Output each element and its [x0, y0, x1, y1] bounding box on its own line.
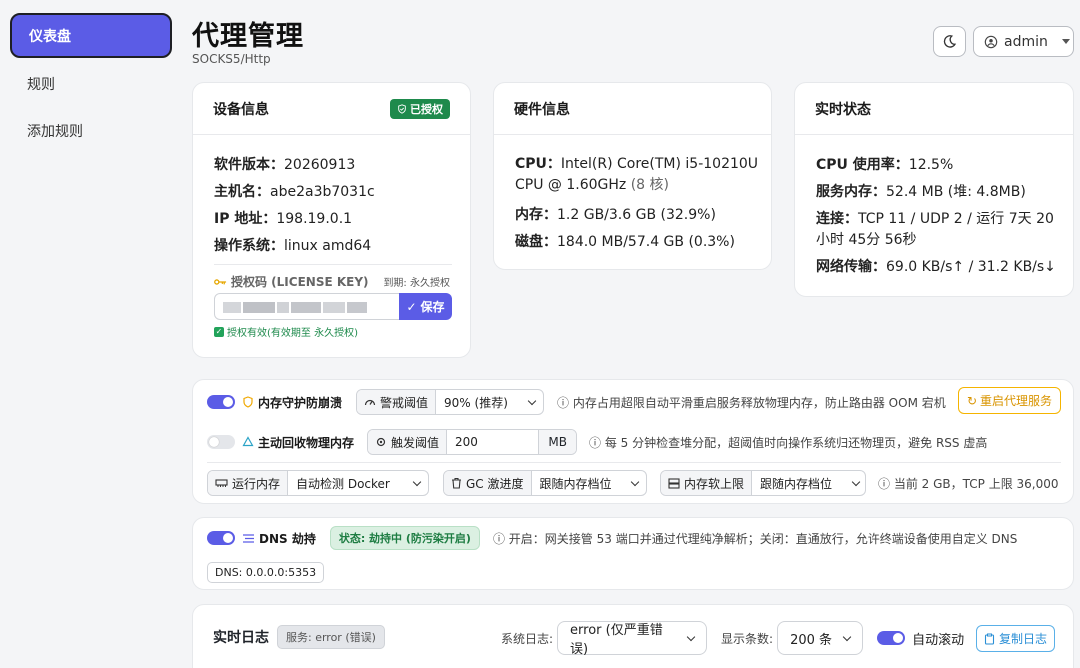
syslog-level-select[interactable]: error (仅严重错误): [557, 621, 708, 657]
count-label: 显示条数:: [721, 631, 774, 646]
realtime-status-card: 实时状态 CPU 使用率：12.5% 服务内存：52.4 MB (堆: 4.8M…: [794, 82, 1074, 297]
memory-settings-card: 内存守护防崩溃 警戒阈值 90% (推荐) ⓘ 内存占用超限自动平滑重启服务释放…: [192, 379, 1074, 504]
memory-reclaim-toggle[interactable]: [207, 435, 235, 449]
clipboard-icon: [984, 633, 995, 645]
hardware-card-title: 硬件信息: [514, 101, 570, 118]
restart-proxy-button[interactable]: ↻ 重启代理服务: [958, 387, 1061, 414]
chevron-down-icon: [412, 477, 422, 486]
chevron-down-icon: [686, 632, 696, 641]
current-limit-hint: ⓘ 当前 2 GB，TCP 上限 36,000: [878, 476, 1059, 491]
memory-reclaim-label: 主动回收物理内存: [258, 435, 355, 450]
log-card-title: 实时日志: [213, 630, 269, 646]
operating-system: 操作系统：linux amd64: [214, 238, 372, 254]
service-memory: 服务内存：52.4 MB (堆: 4.8MB): [816, 184, 1026, 200]
device-card-title: 设备信息: [213, 101, 269, 118]
info-icon: ⓘ: [557, 395, 570, 410]
memory-guard-hint: ⓘ 内存占用超限自动平滑重启服务释放物理内存，防止路由器 OOM 宕机: [557, 395, 946, 410]
gc-aggressiveness-select[interactable]: GC 激进度 跟随内存档位: [443, 470, 647, 496]
shield-icon: [243, 396, 253, 408]
chevron-down-icon: [1061, 39, 1070, 44]
chevron-down-icon: [630, 477, 640, 486]
trash-icon: [452, 477, 461, 489]
dns-hijack-label: DNS 劫持: [259, 531, 316, 546]
gauge-icon: [364, 399, 376, 406]
disk-info: 磁盘：184.0 MB/57.4 GB (0.3%): [515, 234, 735, 250]
dns-hijack-toggle[interactable]: [207, 531, 235, 545]
info-icon: ⓘ: [492, 531, 505, 546]
user-icon: [984, 35, 998, 48]
check-icon: ✓: [406, 299, 417, 314]
runtime-memory-select[interactable]: 运行内存 自动检测 Docker: [207, 470, 429, 496]
network-icon: [243, 533, 254, 543]
memory-reclaim-hint: ⓘ 每 5 分钟检查堆分配，超阈值时向操作系统归还物理页，避免 RSS 虚高: [589, 435, 988, 450]
chevron-down-icon: [527, 396, 537, 405]
trigger-threshold-input[interactable]: 触发阈值 200 MB: [367, 429, 578, 455]
copy-log-button[interactable]: 复制日志: [976, 625, 1055, 652]
info-icon: ⓘ: [589, 435, 602, 450]
soft-limit-select[interactable]: 内存软上限 跟随内存档位: [660, 470, 866, 496]
sidebar-item-add-rule[interactable]: 添加规则: [10, 108, 172, 153]
license-expiry: 到期: 永久授权: [383, 278, 450, 289]
user-name: admin: [1004, 33, 1048, 50]
memory-info: 内存：1.2 GB/3.6 GB (32.9%): [515, 207, 716, 223]
recycle-icon: [242, 436, 254, 447]
connections: 连接：TCP 11 / UDP 2 / 运行 7天 20小时 45分 56秒: [816, 211, 1054, 248]
log-count-select[interactable]: 200 条: [777, 621, 864, 655]
dns-hijack-card: DNS 劫持 状态: 劫持中 (防污染开启) ⓘ 开启：网关接管 53 端口并通…: [192, 517, 1074, 590]
key-icon: [214, 278, 227, 285]
shield-check-icon: [398, 103, 406, 114]
user-menu-button[interactable]: admin: [973, 26, 1074, 57]
info-icon: ⓘ: [878, 476, 891, 491]
sidebar-item-rules[interactable]: 规则: [10, 61, 172, 106]
realtime-log-card: 实时日志 服务: error (错误) 系统日志: error (仅严重错误) …: [192, 604, 1074, 668]
sidebar-item-dashboard[interactable]: 仪表盘: [10, 13, 172, 58]
ip-address: IP 地址：198.19.0.1: [214, 211, 353, 227]
hardware-info-card: 硬件信息 CPU：Intel(R) Core(TM) i5-10210U CPU…: [493, 82, 772, 270]
license-key-label: 授权码 (LICENSE KEY): [214, 273, 369, 290]
service-log-badge: 服务: error (错误): [277, 625, 385, 649]
server-icon: [668, 477, 680, 489]
sidebar: 仪表盘 规则 添加规则: [0, 0, 178, 668]
network-transfer: 网络传输：69.0 KB/s↑ / 31.2 KB/s↓: [816, 259, 1056, 275]
license-key-input[interactable]: [214, 293, 400, 320]
realtime-card-title: 实时状态: [815, 101, 871, 118]
hostname: 主机名：abe2a3b7031c: [214, 184, 375, 200]
memory-guard-toggle[interactable]: [207, 395, 235, 409]
sidebar-item-label: 添加规则: [27, 123, 83, 140]
sidebar-item-label: 仪表盘: [29, 28, 71, 45]
autoscroll-label: 自动滚动: [912, 632, 965, 648]
refresh-icon: ↻: [966, 393, 978, 408]
page-title: 代理管理: [192, 21, 304, 52]
software-version: 软件版本：20260913: [214, 157, 356, 173]
memory-guard-label: 内存守护防崩溃: [258, 395, 343, 410]
cpu-info: CPU：Intel(R) Core(TM) i5-10210U CPU @ 1.…: [515, 156, 759, 193]
device-info-card: 设备信息 已授权 软件版本：20260913 主机名：abe2a3b7031c …: [192, 82, 471, 358]
autoscroll-toggle[interactable]: [877, 631, 906, 645]
license-status-badge: 已授权: [390, 98, 450, 119]
warning-threshold-select[interactable]: 警戒阈值 90% (推荐): [356, 389, 545, 415]
page-subtitle: SOCKS5/Http: [192, 52, 271, 66]
memory-chip-icon: [215, 479, 228, 487]
sidebar-item-label: 规则: [27, 76, 55, 93]
save-license-button[interactable]: ✓ 保存: [399, 293, 452, 320]
moon-icon: [943, 35, 957, 48]
theme-toggle-button[interactable]: [933, 26, 966, 57]
chevron-down-icon: [851, 477, 861, 486]
license-valid-text: ✓ 授权有效(有效期至 永久授权): [214, 326, 358, 339]
chevron-down-icon: [842, 632, 852, 641]
checkbox-check-icon: ✓: [214, 326, 224, 337]
dns-hint: ⓘ 开启：网关接管 53 端口并通过代理纯净解析；关闭：直通放行，允许终端设备使…: [492, 531, 1018, 546]
syslog-label: 系统日志:: [501, 631, 554, 646]
gear-icon: [376, 437, 386, 447]
dns-status-badge: 状态: 劫持中 (防污染开启): [329, 526, 480, 550]
dns-address: DNS: 0.0.0.0:5353: [207, 562, 325, 583]
cpu-usage: CPU 使用率：12.5%: [816, 157, 954, 173]
